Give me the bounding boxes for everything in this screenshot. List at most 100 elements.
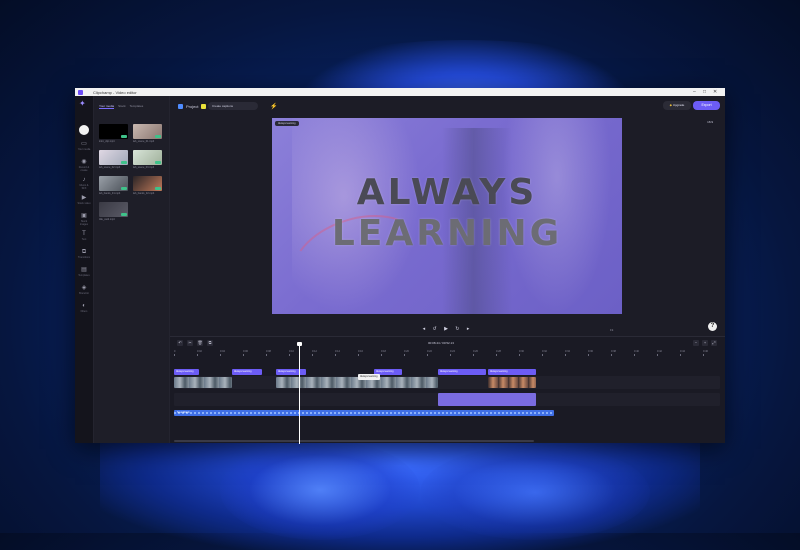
ruler-tick: 0:24 [450,350,455,356]
media-caption: lab_scene_01.mp4 [133,140,155,143]
tab-templates[interactable]: Templates [130,104,144,109]
rail-item[interactable]: ▶ Stock video [77,194,91,208]
time-ruler[interactable]: 0 0:02 0:04 0:06 0:08 0:10 0:12 0:14 0:16 0:18 0:2… [174,350,720,356]
split-icon[interactable]: ✂ [187,340,193,346]
audio-waveform [174,412,554,414]
video-icon: ▶ [81,195,87,201]
rail-item[interactable]: ♪ Music & SFX [77,176,91,190]
added-badge [155,161,161,164]
media-thumbnail[interactable] [99,202,128,217]
maximize-icon[interactable]: □ [703,89,706,95]
tab-your-media[interactable]: Your media [99,104,115,109]
text-clip[interactable]: Always learning [174,369,199,375]
window-title: Clipchamp - Video editor [93,89,137,95]
media-thumbnail[interactable] [133,150,162,165]
text-clip[interactable]: Always learning [488,369,536,375]
ruler-tick: 0:32 [542,350,547,356]
editor-toolbar: Project Create captions ⚡ ◆ Upgrade Expo… [170,96,725,124]
left-rail: ✦ ▭ Your media ◉ Record & create ♪ Music & … [75,96,94,443]
overlay-track [174,393,720,406]
media-thumbnail[interactable] [133,176,162,191]
folder-icon: ▭ [81,141,87,147]
rail-item[interactable]: ▣ Stock images [77,212,91,226]
rail-item[interactable]: ◈ Brand kit [77,284,91,298]
playhead[interactable] [299,344,300,444]
ruler-tick: 0:42 [657,350,662,356]
project-name[interactable]: Project [178,104,207,109]
overlay-clip[interactable] [438,393,536,406]
aspect-ratio[interactable]: 16:9 [707,120,713,124]
wallpaper-swirl [220,440,420,540]
brand-icon[interactable]: ✦ [79,99,88,108]
media-caption: lab_scene_02.mp4 [99,166,121,169]
added-badge [121,161,127,164]
magic-wand-icon[interactable]: ⚡ [270,103,277,110]
video-clip[interactable] [276,377,438,388]
rail-item[interactable]: ◉ Record & create [77,158,91,172]
media-thumbnail[interactable] [133,124,162,139]
timeline-scrollbar[interactable] [174,440,534,442]
ruler-tick: 0:22 [427,350,432,356]
text-icon: T [82,231,86,237]
media-caption: intro_clip.mp4 [99,140,115,143]
media-thumbnail[interactable] [99,176,128,191]
duplicate-icon[interactable]: ⧉ [207,340,213,346]
tab-stock[interactable]: Stock [118,104,126,109]
ruler-tick: 0:08 [266,350,271,356]
ruler-tick: 0:28 [496,350,501,356]
editor-main: Project Create captions ⚡ ◆ Upgrade Expo… [170,96,725,336]
text-clip[interactable]: Always learning [276,369,306,375]
video-preview[interactable]: Always learning ALWAYS LEARNING [272,118,622,314]
export-button[interactable]: Export [693,101,720,110]
ruler-tick: 0:14 [335,350,340,356]
audio-track[interactable]: Soundtrack [174,410,554,416]
color-icon [201,104,207,109]
rail-item[interactable]: T Text [77,230,91,244]
ruler-tick: 0:02 [197,350,202,356]
video-track [174,376,720,389]
video-clip[interactable] [174,377,232,388]
video-clip[interactable] [488,377,536,388]
delete-icon[interactable]: 🗑 [197,340,203,346]
fit-timeline-icon[interactable]: ⤢ [711,340,717,346]
app-logo-icon [78,89,83,95]
fit-toggle[interactable]: Fit [610,328,613,332]
added-badge [155,135,161,138]
ruler-tick: 0:12 [312,350,317,356]
captions-chip[interactable]: Create captions [208,102,258,110]
diamond-icon: ◆ [669,103,672,107]
added-badge [121,213,127,216]
rail-item[interactable]: ◐ Filters [77,302,91,316]
playback-controls[interactable]: ◂ ↺ ▶ ↻ ▸ [170,326,725,332]
text-clip[interactable]: Always learning [438,369,486,375]
rail-item[interactable]: ▭ Your media [77,140,91,154]
music-icon: ♪ [82,177,86,183]
templates-icon: ▤ [81,267,87,273]
ruler-tick: 0:46 [703,350,708,356]
library-tabs: Your media Stock Templates [99,104,143,109]
added-badge [121,135,127,138]
media-thumbnail[interactable] [99,124,128,139]
title-bar: Clipchamp - Video editor – □ ✕ [75,88,725,96]
text-clip[interactable]: Always learning [232,369,262,375]
undo-icon[interactable]: ↶ [177,340,183,346]
help-button[interactable]: ? [708,322,717,331]
close-icon[interactable]: ✕ [713,89,717,95]
ruler-tick: 0:20 [404,350,409,356]
headline-line-2: LEARNING [331,213,563,254]
upgrade-button[interactable]: ◆ Upgrade [663,101,691,110]
zoom-controls: − + ⤢ [693,340,717,346]
rail-item[interactable]: ⧉ Transitions [77,248,91,262]
media-thumbnail[interactable] [99,150,128,165]
preview-tag[interactable]: Always learning [275,121,299,126]
zoom-in-icon[interactable]: + [702,340,708,346]
filters-icon: ◐ [82,303,86,309]
headline-line-1: ALWAYS [356,172,538,213]
ruler-tick: 0:30 [519,350,524,356]
record-icon: ◉ [81,159,87,165]
add-media-button[interactable] [79,125,89,135]
rail-item[interactable]: ▤ Templates [77,266,91,280]
zoom-out-icon[interactable]: − [693,340,699,346]
minimize-icon[interactable]: – [693,89,696,95]
ruler-tick: 0:26 [473,350,478,356]
